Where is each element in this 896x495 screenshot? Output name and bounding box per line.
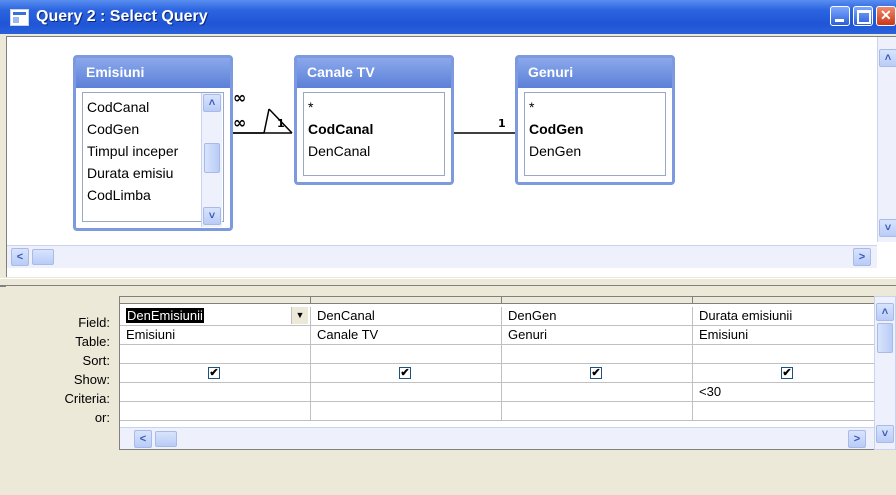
many-symbol-1: ∞: [233, 88, 246, 107]
maximize-button[interactable]: [853, 6, 873, 26]
row-label-field: Field:: [78, 315, 110, 330]
scroll-thumb[interactable]: [877, 323, 893, 353]
grid-cell-show[interactable]: ✔: [693, 364, 875, 383]
grid-cell-show[interactable]: ✔: [502, 364, 693, 383]
grid-horizontal-scrollbar[interactable]: < >: [120, 427, 875, 449]
scroll-up-icon[interactable]: ˄: [876, 303, 894, 321]
scroll-thumb[interactable]: [32, 249, 54, 265]
scroll-down-icon[interactable]: ˅: [876, 425, 894, 443]
grid-cell-criteria[interactable]: [502, 383, 693, 402]
table-genuri[interactable]: Genuri * CodGen DenGen: [515, 55, 675, 185]
grid-cell-field[interactable]: DenEmisiunii ▼: [120, 307, 311, 326]
field-item[interactable]: *: [308, 99, 313, 115]
field-item[interactable]: Durata emisiu: [87, 165, 173, 181]
design-grid-pane: Field: Table: Sort: Show: Criteria: or: …: [6, 286, 896, 495]
query-window-icon[interactable]: [10, 9, 29, 26]
field-item[interactable]: DenCanal: [308, 143, 370, 159]
dropdown-arrow-icon[interactable]: ▼: [291, 307, 308, 324]
minimize-button[interactable]: [830, 6, 850, 26]
show-checkbox[interactable]: ✔: [399, 367, 411, 379]
scroll-thumb[interactable]: [155, 431, 177, 447]
grid-cell-table[interactable]: Canale TV: [311, 326, 502, 345]
scroll-right-icon[interactable]: >: [848, 430, 866, 448]
grid-cell-or[interactable]: [502, 402, 693, 421]
grid-cell-field[interactable]: Durata emisiunii: [693, 307, 875, 326]
scroll-right-icon[interactable]: >: [853, 248, 871, 266]
field-item[interactable]: CodLimba: [87, 187, 151, 203]
grid-cell-table[interactable]: Genuri: [502, 326, 693, 345]
field-item-key[interactable]: CodCanal: [308, 121, 373, 137]
table-genuri-title[interactable]: Genuri: [518, 58, 672, 88]
grid-cell-criteria[interactable]: <30: [693, 383, 875, 402]
show-checkbox[interactable]: ✔: [590, 367, 602, 379]
field-cell-selected-text[interactable]: DenEmisiunii: [126, 308, 204, 323]
scroll-left-icon[interactable]: <: [11, 248, 29, 266]
diagram-horizontal-scrollbar[interactable]: < >: [7, 245, 877, 268]
grid-cell-sort[interactable]: [120, 345, 311, 364]
table-canale-tv[interactable]: Canale TV * CodCanal DenCanal: [294, 55, 454, 185]
close-button[interactable]: [876, 6, 896, 26]
grid-cell-criteria[interactable]: [311, 383, 502, 402]
scroll-up-icon[interactable]: ˄: [879, 49, 896, 67]
row-label-show: Show:: [73, 372, 110, 387]
grid-cell-or[interactable]: [693, 402, 875, 421]
scroll-thumb[interactable]: [204, 143, 220, 173]
column-selector[interactable]: [502, 297, 693, 304]
field-item-key[interactable]: CodGen: [529, 121, 583, 137]
row-label-or: or:: [94, 410, 110, 425]
grid-cell-criteria[interactable]: [120, 383, 311, 402]
table-emisiuni-scrollbar[interactable]: ˄ ˅: [201, 93, 222, 227]
grid-cell-sort[interactable]: [311, 345, 502, 364]
title-bar[interactable]: Query 2 : Select Query: [0, 0, 896, 34]
window-title: Query 2 : Select Query: [36, 8, 208, 25]
grid-cell-show[interactable]: ✔: [311, 364, 502, 383]
grid-cell-field[interactable]: DenCanal: [311, 307, 502, 326]
one-symbol-1: 1: [277, 117, 285, 130]
table-canale-tv-field-list[interactable]: * CodCanal DenCanal: [303, 92, 445, 176]
column-selector[interactable]: [693, 297, 875, 304]
grid-cell-or[interactable]: [311, 402, 502, 421]
row-label-sort: Sort:: [82, 353, 110, 368]
grid-cell-sort[interactable]: [502, 345, 693, 364]
row-label-table: Table:: [75, 334, 110, 349]
join-line-emisiuni-genuri-bend: [263, 108, 270, 134]
field-item[interactable]: DenGen: [529, 143, 581, 159]
many-symbol-2: ∞: [233, 113, 246, 132]
one-symbol-2: 1: [498, 117, 506, 130]
scroll-down-icon[interactable]: ˅: [879, 219, 896, 237]
grid-cell-table[interactable]: Emisiuni: [693, 326, 875, 345]
column-selector[interactable]: [311, 297, 502, 304]
grid-cell-sort[interactable]: [693, 345, 875, 364]
diagram-vertical-scrollbar[interactable]: ˄ ˅: [877, 37, 896, 242]
grid-cell-table[interactable]: Emisiuni: [120, 326, 311, 345]
table-diagram-pane[interactable]: ∞ ∞ 1 1 Emisiuni CodCanal CodGen Timpul …: [6, 36, 896, 277]
scroll-left-icon[interactable]: <: [134, 430, 152, 448]
table-emisiuni-field-list[interactable]: CodCanal CodGen Timpul inceper Durata em…: [82, 92, 224, 227]
field-item[interactable]: *: [529, 99, 534, 115]
field-item[interactable]: CodGen: [87, 121, 139, 137]
grid-cell-or[interactable]: [120, 402, 311, 421]
show-checkbox[interactable]: ✔: [781, 367, 793, 379]
query-window: Query 2 : Select Query ∞ ∞ 1 1 Emisiuni …: [0, 0, 896, 495]
grid-cell-field[interactable]: DenGen: [502, 307, 693, 326]
row-label-criteria: Criteria:: [64, 391, 110, 406]
table-emisiuni-title[interactable]: Emisiuni: [76, 58, 230, 88]
grid-vertical-scrollbar[interactable]: ˄ ˅: [874, 296, 896, 450]
scroll-up-icon[interactable]: ˄: [203, 94, 221, 112]
field-item[interactable]: Timpul inceper: [87, 143, 178, 159]
query-design-grid[interactable]: DenEmisiunii ▼ Emisiuni ✔ DenCanal Canal…: [119, 296, 876, 450]
grid-cell-show[interactable]: ✔: [120, 364, 311, 383]
table-canale-tv-title[interactable]: Canale TV: [297, 58, 451, 88]
field-item[interactable]: CodCanal: [87, 99, 149, 115]
show-checkbox[interactable]: ✔: [208, 367, 220, 379]
table-emisiuni[interactable]: Emisiuni CodCanal CodGen Timpul inceper …: [73, 55, 233, 231]
table-genuri-field-list[interactable]: * CodGen DenGen: [524, 92, 666, 176]
scroll-down-icon[interactable]: ˅: [203, 207, 221, 225]
column-selector[interactable]: [120, 297, 311, 304]
